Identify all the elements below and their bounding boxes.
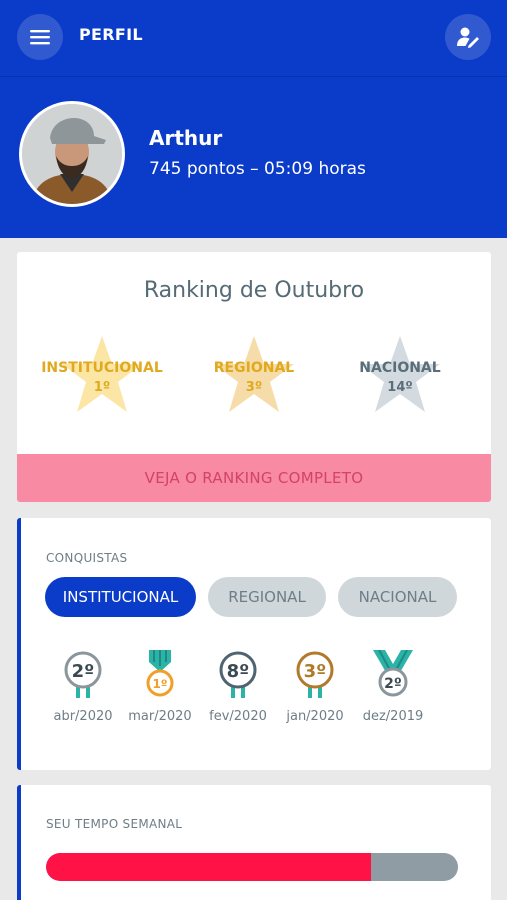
medals-list: 2º abr/2020 1º mar/2020 8º fev/2020 3º j… xyxy=(45,650,485,730)
medal-silver-icon: 2º xyxy=(64,651,102,698)
medal-item[interactable]: 8º fev/2020 xyxy=(200,650,276,730)
tab-nacional[interactable]: NACIONAL xyxy=(338,577,457,617)
medal-rank: 3º xyxy=(304,661,327,682)
achievements-label: CONQUISTAS xyxy=(46,551,128,565)
tab-institucional[interactable]: INSTITUCIONAL xyxy=(45,577,196,617)
user-stats: 745 pontos – 05:09 horas xyxy=(149,159,366,179)
user-photo xyxy=(22,104,122,204)
see-full-ranking-button[interactable]: VEJA O RANKING COMPLETO xyxy=(17,454,491,502)
star-icon xyxy=(214,336,294,412)
ranking-position: 1º xyxy=(93,380,111,395)
tab-regional[interactable]: REGIONAL xyxy=(208,577,326,617)
ranking-title: Ranking de Outubro xyxy=(143,278,365,303)
medal-slate-icon: 8º xyxy=(219,651,257,698)
weekly-time-progress xyxy=(46,853,458,881)
avatar[interactable] xyxy=(19,101,125,207)
medal-rank: 2º xyxy=(384,676,402,692)
ranking-position: 3º xyxy=(245,380,263,395)
medal-date: jan/2020 xyxy=(286,709,344,724)
edit-profile-button[interactable] xyxy=(445,14,491,60)
edit-profile-icon xyxy=(457,27,479,48)
medal-item[interactable]: 1º mar/2020 xyxy=(122,650,198,730)
weekly-time-card: SEU TEMPO SEMANAL xyxy=(17,785,491,900)
ranking-label: NACIONAL xyxy=(359,360,441,376)
achievements-card: CONQUISTAS INSTITUCIONAL REGIONAL NACION… xyxy=(17,518,491,770)
menu-button[interactable] xyxy=(17,14,63,60)
medal-date: fev/2020 xyxy=(209,709,267,724)
profile-header: Arthur 745 pontos – 05:09 horas xyxy=(0,76,507,238)
medal-bronze-icon: 3º xyxy=(296,651,334,698)
medal-silver-ribbon-icon: 2º xyxy=(373,650,413,697)
medal-date: abr/2020 xyxy=(53,709,113,724)
star-icon xyxy=(360,336,440,412)
medal-item[interactable]: 2º abr/2020 xyxy=(45,650,121,730)
app-bar: PERFIL xyxy=(0,0,507,76)
achievements-tabs: INSTITUCIONAL REGIONAL NACIONAL xyxy=(45,577,469,617)
medal-rank: 2º xyxy=(72,661,95,682)
ranking-label: INSTITUCIONAL xyxy=(41,360,163,376)
ranking-label: REGIONAL xyxy=(213,360,295,376)
user-name: Arthur xyxy=(149,126,223,150)
weekly-time-progress-fill xyxy=(46,853,372,881)
star-icon xyxy=(62,336,142,412)
medal-gold-icon: 1º xyxy=(146,650,174,697)
page-title: PERFIL xyxy=(79,25,143,44)
ranking-position: 14º xyxy=(387,380,413,395)
ranking-card: Ranking de Outubro INSTITUCIONAL 1º REGI… xyxy=(17,252,491,502)
medal-rank: 8º xyxy=(227,661,250,682)
ranking-institucional: INSTITUCIONAL 1º xyxy=(27,334,177,418)
medal-rank: 1º xyxy=(152,677,167,691)
menu-icon xyxy=(30,30,50,45)
medal-item[interactable]: 2º dez/2019 xyxy=(355,650,431,730)
medal-item[interactable]: 3º jan/2020 xyxy=(277,650,353,730)
ranking-nacional: NACIONAL 14º xyxy=(325,334,475,418)
medal-date: mar/2020 xyxy=(128,709,192,724)
medal-date: dez/2019 xyxy=(362,709,424,724)
weekly-time-label: SEU TEMPO SEMANAL xyxy=(46,817,183,831)
ranking-regional: REGIONAL 3º xyxy=(179,334,329,418)
